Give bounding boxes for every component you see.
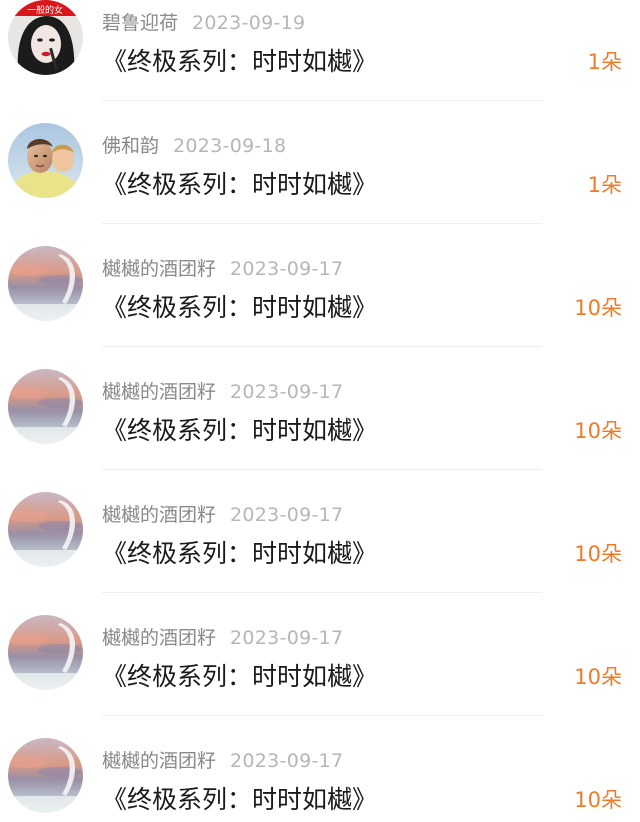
sky-landscape-icon: [8, 738, 83, 813]
gift-date: 2023-09-17: [230, 381, 344, 403]
avatar[interactable]: [8, 246, 83, 321]
avatar[interactable]: [8, 738, 83, 813]
work-title: 《终极系列：时时如樾》: [102, 47, 378, 76]
list-item[interactable]: 樾樾的酒团籽 2023-09-17 《终极系列：时时如樾》 10朵: [0, 738, 640, 822]
sky-landscape-icon: [8, 369, 83, 444]
gift-count: 10朵: [574, 542, 622, 566]
woman-portrait-icon: 一般的女: [8, 0, 83, 75]
user-name-text: 碧鲁迎荷: [102, 12, 179, 34]
avatar[interactable]: [8, 123, 83, 198]
user-name: 樾樾的酒团籽 2023-09-17: [102, 254, 343, 281]
gift-date: 2023-09-17: [230, 750, 344, 772]
list-item[interactable]: 一般的女 碧鲁迎荷 2023-09-19 《终极系列：时时如樾》 1朵: [0, 0, 640, 123]
gift-count: 1朵: [587, 50, 622, 74]
list-item[interactable]: 樾樾的酒团籽 2023-09-17 《终极系列：时时如樾》 10朵: [0, 615, 640, 738]
user-name: 樾樾的酒团籽 2023-09-17: [102, 623, 343, 650]
gift-count: 1朵: [587, 173, 622, 197]
avatar-caption: 一般的女: [27, 4, 63, 16]
gift-count: 10朵: [574, 665, 622, 689]
user-name-text: 樾樾的酒团籽: [102, 627, 217, 649]
work-title: 《终极系列：时时如樾》: [102, 539, 378, 568]
list-item[interactable]: 樾樾的酒团籽 2023-09-17 《终极系列：时时如樾》 10朵: [0, 492, 640, 615]
gift-count: 10朵: [574, 788, 622, 812]
avatar[interactable]: 一般的女: [8, 0, 83, 75]
work-title: 《终极系列：时时如樾》: [102, 293, 378, 322]
work-title: 《终极系列：时时如樾》: [102, 416, 378, 445]
sky-landscape-icon: [8, 615, 83, 690]
work-title: 《终极系列：时时如樾》: [102, 662, 378, 691]
work-title: 《终极系列：时时如樾》: [102, 170, 378, 199]
sky-landscape-icon: [8, 492, 83, 567]
gift-date: 2023-09-17: [230, 258, 344, 280]
sky-landscape-icon: [8, 246, 83, 321]
user-name-text: 樾樾的酒团籽: [102, 258, 217, 280]
two-people-portrait-icon: [8, 123, 83, 198]
list-item[interactable]: 樾樾的酒团籽 2023-09-17 《终极系列：时时如樾》 10朵: [0, 369, 640, 492]
avatar[interactable]: [8, 369, 83, 444]
list-item[interactable]: 佛和韵 2023-09-18 《终极系列：时时如樾》 1朵: [0, 123, 640, 246]
user-name-text: 樾樾的酒团籽: [102, 381, 217, 403]
gift-date: 2023-09-17: [230, 504, 344, 526]
divider: [102, 223, 542, 224]
divider: [102, 715, 542, 716]
user-name: 樾樾的酒团籽 2023-09-17: [102, 377, 343, 404]
gift-date: 2023-09-18: [173, 135, 287, 157]
divider: [102, 592, 542, 593]
gift-count: 10朵: [574, 419, 622, 443]
divider: [102, 469, 542, 470]
divider: [102, 346, 542, 347]
gift-record-list: 一般的女 碧鲁迎荷 2023-09-19 《终极系列：时时如樾》 1朵 佛和韵 …: [0, 0, 640, 822]
user-name-text: 樾樾的酒团籽: [102, 504, 217, 526]
avatar[interactable]: [8, 492, 83, 567]
user-name: 樾樾的酒团籽 2023-09-17: [102, 746, 343, 773]
gift-count: 10朵: [574, 296, 622, 320]
work-title: 《终极系列：时时如樾》: [102, 785, 378, 814]
user-name: 碧鲁迎荷 2023-09-19: [102, 8, 305, 35]
list-item[interactable]: 樾樾的酒团籽 2023-09-17 《终极系列：时时如樾》 10朵: [0, 246, 640, 369]
user-name: 佛和韵 2023-09-18: [102, 131, 286, 158]
user-name-text: 樾樾的酒团籽: [102, 750, 217, 772]
avatar[interactable]: [8, 615, 83, 690]
user-name: 樾樾的酒团籽 2023-09-17: [102, 500, 343, 527]
gift-date: 2023-09-17: [230, 627, 344, 649]
user-name-text: 佛和韵: [102, 135, 160, 157]
gift-date: 2023-09-19: [192, 12, 306, 34]
divider: [102, 100, 542, 101]
